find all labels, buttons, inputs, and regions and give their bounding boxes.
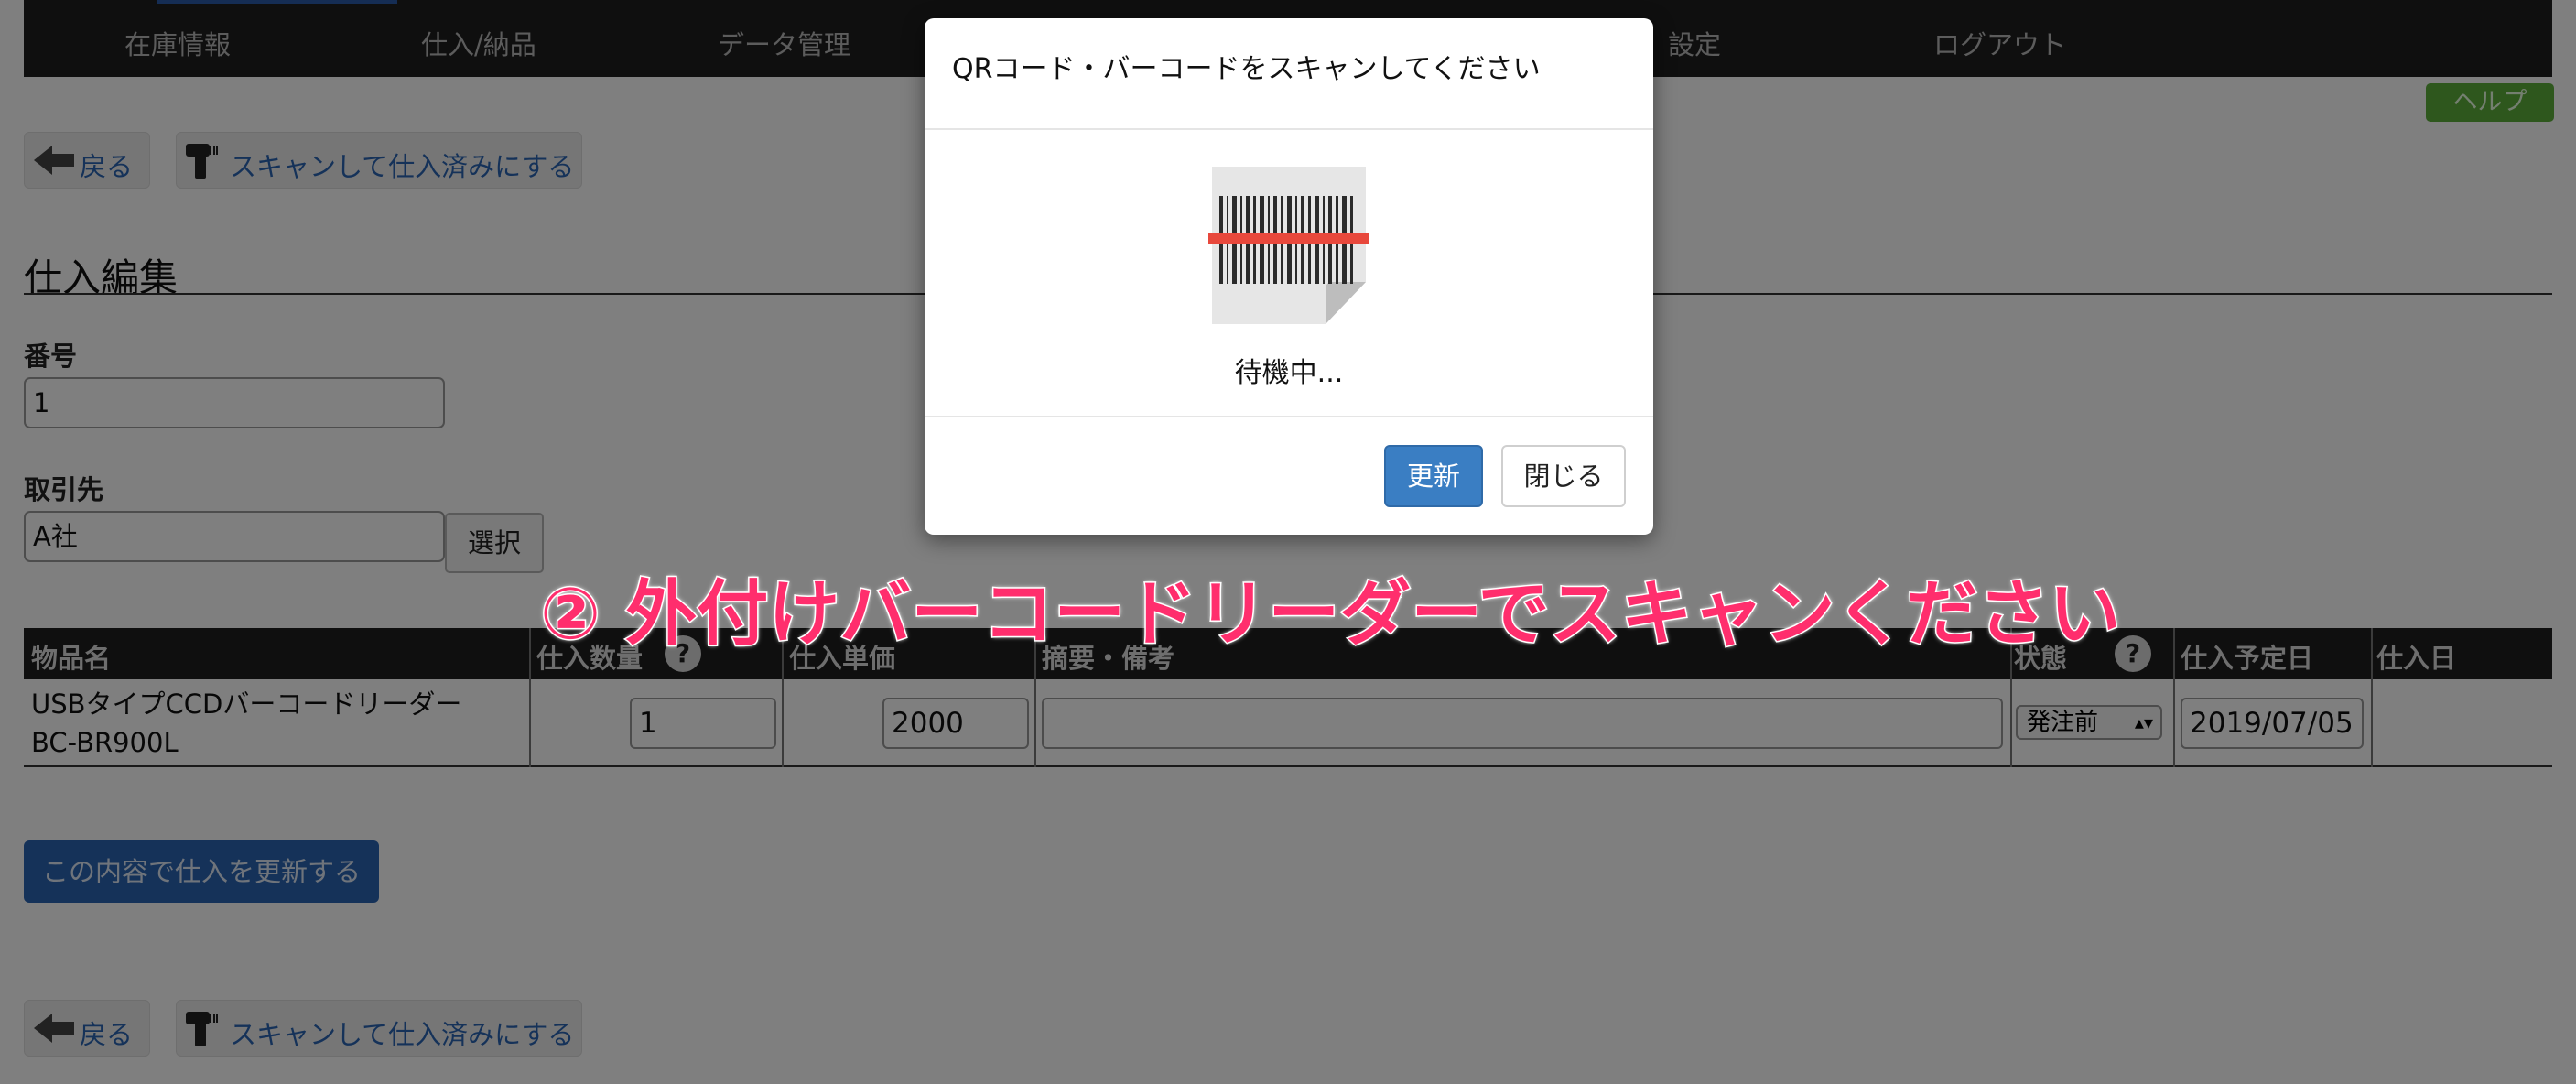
modal-close-button[interactable]: 閉じる <box>1501 445 1626 507</box>
modal-update-button[interactable]: 更新 <box>1384 445 1483 507</box>
scan-status-text: 待機中... <box>1234 357 1344 389</box>
barcode-scan-icon <box>1208 167 1369 324</box>
modal-title: QRコード・バーコードをスキャンしてください <box>952 53 1541 85</box>
annotation-callout: ② 外付けバーコードリーダーでスキャンください <box>539 572 2123 657</box>
modal-header-divider <box>925 128 1653 130</box>
scan-modal: QRコード・バーコードをスキャンしてください 待機中... 更新 閉じる <box>925 18 1653 535</box>
modal-footer-divider <box>925 416 1653 417</box>
